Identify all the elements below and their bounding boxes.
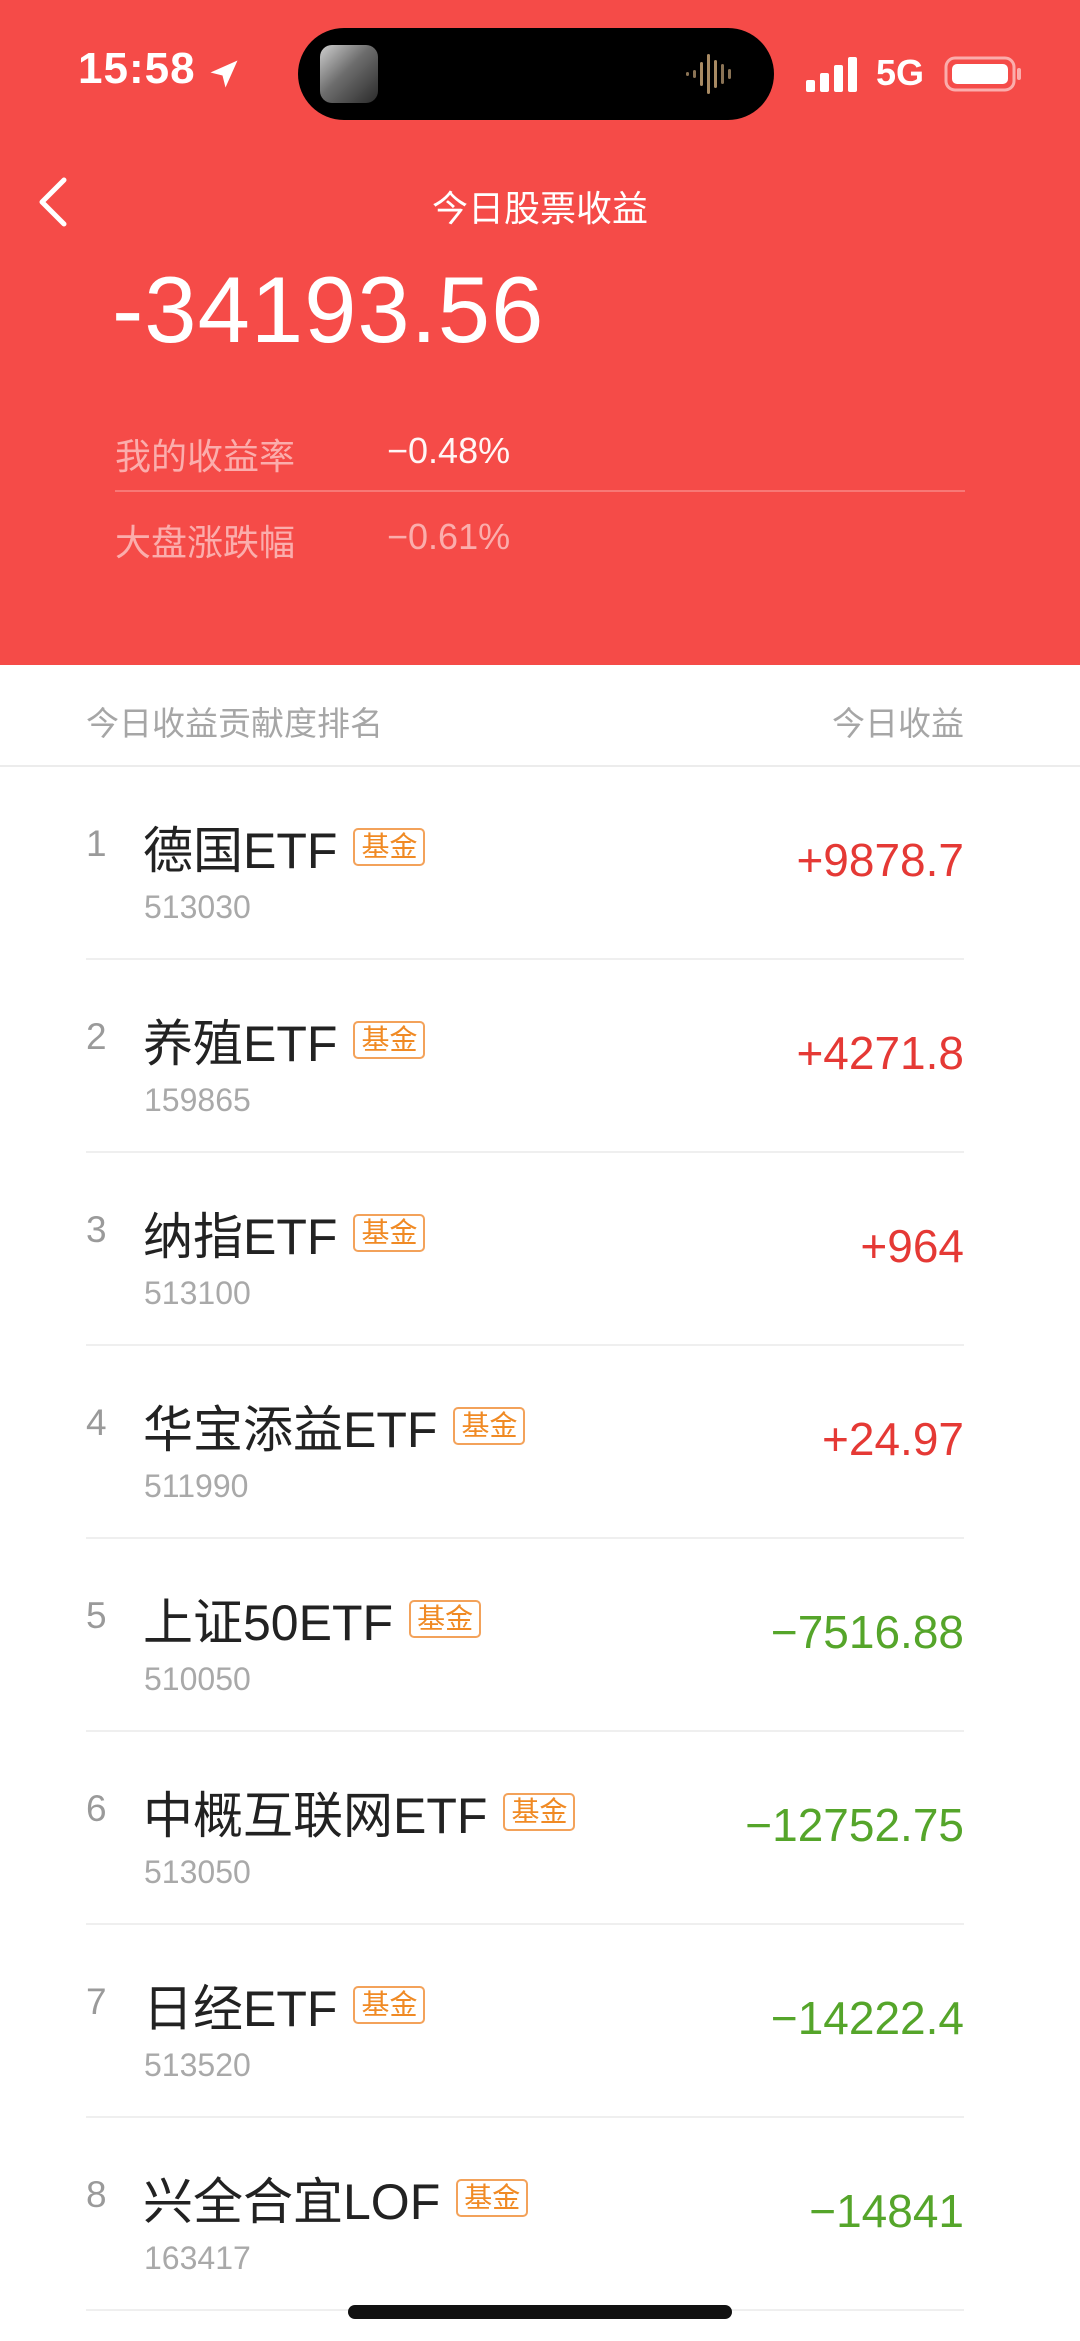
now-playing-thumbnail — [320, 45, 378, 103]
ranking-header-profit: 今日收益 — [832, 705, 964, 742]
stock-profit-page: 15:58 5G 今日股票收益 -34193.56 我的收益率 −0.48% 大… — [0, 0, 1080, 2341]
holding-title: 日经ETF 基金 — [143, 1969, 426, 2041]
holding-rank: 3 — [86, 1209, 107, 1250]
holding-title: 华宝添益ETF 基金 — [143, 1390, 526, 1462]
holding-profit: +9878.7 — [796, 834, 964, 886]
fund-tag-badge: 基金 — [409, 1600, 482, 1638]
holding-name: 中概互联网ETF — [143, 1788, 488, 1844]
holding-row[interactable]: 8 兴全合宜LOF 基金 163417 −14841 — [0, 2118, 1080, 2311]
holding-rank: 7 — [86, 1981, 107, 2022]
fund-tag-badge: 基金 — [503, 1793, 576, 1831]
holding-name: 养殖ETF — [143, 1016, 338, 1072]
holding-title: 德国ETF 基金 — [143, 811, 426, 883]
holding-rank: 8 — [86, 2174, 107, 2215]
location-arrow-icon — [210, 60, 238, 88]
holding-name: 纳指ETF — [143, 1209, 338, 1265]
my-return-value: −0.48% — [387, 430, 511, 471]
holding-rank: 2 — [86, 1016, 107, 1057]
holding-row[interactable]: 5 上证50ETF 基金 510050 −7516.88 — [0, 1539, 1080, 1732]
holding-profit: +4271.8 — [796, 1027, 964, 1079]
holding-row[interactable]: 7 日经ETF 基金 513520 −14222.4 — [0, 1925, 1080, 2118]
holding-name: 兴全合宜LOF — [143, 2174, 441, 2230]
holding-profit: −14841 — [809, 2185, 964, 2237]
ranking-header-title: 今日收益贡献度排名 — [86, 705, 383, 742]
network-type: 5G — [876, 52, 925, 93]
ranking-list-header: 今日收益贡献度排名 今日收益 — [0, 665, 1080, 767]
holding-rank: 6 — [86, 1788, 107, 1829]
holding-name: 日经ETF — [143, 1981, 338, 2037]
page-title: 今日股票收益 — [431, 188, 648, 229]
holding-code: 510050 — [144, 1661, 251, 1697]
fund-tag-badge: 基金 — [353, 1986, 426, 2024]
holding-rank: 5 — [86, 1595, 107, 1636]
holding-profit: −14222.4 — [770, 1992, 964, 2044]
market-change-label: 大盘涨跌幅 — [115, 522, 296, 563]
dynamic-island[interactable] — [298, 28, 774, 120]
holding-profit: +964 — [860, 1220, 964, 1272]
holding-title: 兴全合宜LOF 基金 — [143, 2162, 529, 2234]
fund-tag-badge: 基金 — [453, 1407, 526, 1445]
holding-code: 163417 — [144, 2240, 251, 2276]
stat-divider — [115, 490, 965, 492]
holding-title: 中概互联网ETF 基金 — [143, 1776, 576, 1848]
home-indicator[interactable] — [348, 2305, 732, 2319]
fund-tag-badge: 基金 — [353, 1021, 426, 1059]
holding-profit: −12752.75 — [745, 1799, 964, 1851]
profit-header: 15:58 5G 今日股票收益 -34193.56 我的收益率 −0.48% 大… — [0, 0, 1080, 665]
holding-code: 513100 — [144, 1275, 251, 1311]
holding-title: 纳指ETF 基金 — [143, 1197, 426, 1269]
fund-tag-badge: 基金 — [353, 828, 426, 866]
holding-name: 上证50ETF — [143, 1595, 394, 1651]
cellular-signal-icon — [806, 57, 857, 92]
holding-row[interactable]: 4 华宝添益ETF 基金 511990 +24.97 — [0, 1346, 1080, 1539]
holding-code: 513050 — [144, 1854, 251, 1890]
holding-title: 养殖ETF 基金 — [143, 1004, 426, 1076]
holding-row[interactable]: 3 纳指ETF 基金 513100 +964 — [0, 1153, 1080, 1346]
battery-icon — [944, 56, 1021, 92]
status-time: 15:58 — [78, 44, 196, 93]
holding-row[interactable]: 2 养殖ETF 基金 159865 +4271.8 — [0, 960, 1080, 1153]
holding-rank: 4 — [86, 1402, 107, 1443]
holding-code: 159865 — [144, 1082, 251, 1118]
holding-name: 华宝添益ETF — [143, 1402, 438, 1458]
holding-code: 513520 — [144, 2047, 251, 2083]
holding-profit: +24.97 — [822, 1413, 964, 1465]
market-change-value: −0.61% — [387, 516, 511, 557]
holding-profit: −7516.88 — [770, 1606, 964, 1658]
holdings-list: 1 德国ETF 基金 513030 +9878.7 2 养殖ETF 基金 159865 +4271… — [0, 767, 1080, 2311]
fund-tag-badge: 基金 — [353, 1214, 426, 1252]
holding-row[interactable]: 6 中概互联网ETF 基金 513050 −12752.75 — [0, 1732, 1080, 1925]
my-return-row: 我的收益率 −0.48% — [115, 420, 965, 480]
fund-tag-badge: 基金 — [456, 2179, 529, 2217]
holding-row[interactable]: 1 德国ETF 基金 513030 +9878.7 — [0, 767, 1080, 960]
holding-name: 德国ETF — [143, 823, 338, 879]
holding-code: 511990 — [144, 1468, 249, 1504]
holding-rank: 1 — [86, 823, 107, 864]
holding-title: 上证50ETF 基金 — [143, 1583, 482, 1655]
market-change-row: 大盘涨跌幅 −0.61% — [115, 506, 965, 566]
holding-code: 513030 — [144, 889, 251, 925]
total-profit-amount: -34193.56 — [112, 257, 545, 362]
my-return-label: 我的收益率 — [115, 436, 296, 477]
audio-waveform-icon — [686, 54, 731, 94]
